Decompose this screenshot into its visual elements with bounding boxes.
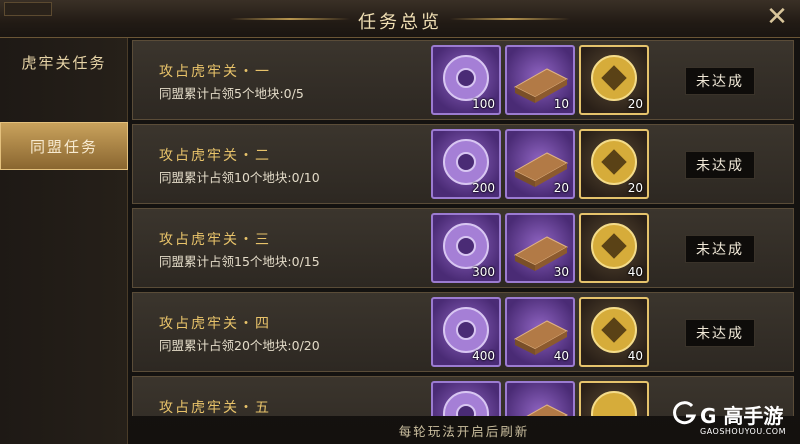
page-title: 任务总览 <box>358 12 442 33</box>
reward-count: 20 <box>627 97 643 111</box>
status-button[interactable]: 未达成 <box>685 235 755 263</box>
task-title: 攻占虎牢关・五 <box>159 400 271 416</box>
status-button[interactable]: 未达成 <box>685 151 755 179</box>
reward-jade-ring[interactable]: 400 <box>431 297 501 367</box>
reward-jade-ring[interactable]: 300 <box>431 213 501 283</box>
wood-plank-icon <box>526 404 569 416</box>
reward-count: 20 <box>627 181 643 195</box>
close-icon: ✕ <box>766 2 788 32</box>
reward-wood[interactable]: 40 <box>505 297 575 367</box>
reward-gold-coin[interactable]: 20 <box>579 129 649 199</box>
task-title: 攻占虎牢关・四 <box>159 316 271 332</box>
close-button[interactable]: ✕ <box>760 2 794 32</box>
reward-count: 300 <box>472 265 495 279</box>
reward-jade-ring[interactable]: 200 <box>431 129 501 199</box>
reward-gold-coin[interactable]: 40 <box>579 213 649 283</box>
reward-jade-ring[interactable]: 100 <box>431 45 501 115</box>
task-row: 攻占虎牢关・一 同盟累计占领5个地块:0/5 100 10 20 未达成 <box>132 40 794 120</box>
reward-count: 100 <box>472 97 495 111</box>
reward-wood[interactable]: 20 <box>505 129 575 199</box>
task-description: 同盟累计占领5个地块:0/5 <box>159 86 304 101</box>
task-row: 攻占虎牢关・四 同盟累计占领20个地块:0/20 400 40 40 未达成 <box>132 292 794 372</box>
reward-count: 20 <box>553 181 569 195</box>
reward-gold-coin[interactable]: 40 <box>579 297 649 367</box>
title-bar: 任务总览 ✕ <box>0 0 800 38</box>
task-description: 同盟累计占领15个地块:0/15 <box>159 254 320 269</box>
reward-count: 400 <box>472 349 495 363</box>
task-title: 攻占虎牢关・二 <box>159 148 271 164</box>
reward-count: 30 <box>553 265 569 279</box>
reward-jade-ring[interactable] <box>431 381 501 416</box>
reward-count: 200 <box>472 181 495 195</box>
gold-coin-icon <box>591 391 637 416</box>
reward-gold-coin[interactable]: 20 <box>579 45 649 115</box>
task-description: 同盟累计占领20个地块:0/20 <box>159 338 320 353</box>
status-button[interactable]: 未达成 <box>685 319 755 347</box>
reward-gold-coin[interactable] <box>579 381 649 416</box>
watermark: G 高手游 GAOSHOUYOU.COM <box>672 400 792 440</box>
task-list[interactable]: 攻占虎牢关・一 同盟累计占领5个地块:0/5 100 10 20 未达成 攻占虎… <box>128 38 800 416</box>
reward-wood[interactable]: 10 <box>505 45 575 115</box>
task-description: 同盟累计占领10个地块:0/10 <box>159 170 320 185</box>
refresh-notice: 每轮玩法开启后刷新 <box>398 423 530 439</box>
task-row: 攻占虎牢关・三 同盟累计占领15个地块:0/15 300 30 40 未达成 <box>132 208 794 288</box>
task-title: 攻占虎牢关・一 <box>159 64 271 80</box>
reward-count: 40 <box>627 265 643 279</box>
tab-hulaoguan-tasks[interactable]: 虎牢关任务 <box>0 38 128 86</box>
reward-count: 40 <box>627 349 643 363</box>
tab-alliance-tasks[interactable]: 同盟任务 <box>0 122 128 170</box>
watermark-brand: G 高手游 <box>700 404 784 428</box>
title-ornament-right <box>450 18 570 20</box>
watermark-url: GAOSHOUYOU.COM <box>700 427 787 436</box>
status-button[interactable]: 未达成 <box>685 67 755 95</box>
jade-ring-icon <box>443 391 489 416</box>
brand-logo-icon <box>673 401 697 425</box>
reward-count: 40 <box>553 349 569 363</box>
task-title: 攻占虎牢关・三 <box>159 232 271 248</box>
reward-count: 10 <box>553 97 569 111</box>
reward-wood[interactable] <box>505 381 575 416</box>
reward-wood[interactable]: 30 <box>505 213 575 283</box>
task-row: 攻占虎牢关・二 同盟累计占领10个地块:0/10 200 20 20 未达成 <box>132 124 794 204</box>
sidebar: 虎牢关任务 同盟任务 <box>0 38 128 444</box>
